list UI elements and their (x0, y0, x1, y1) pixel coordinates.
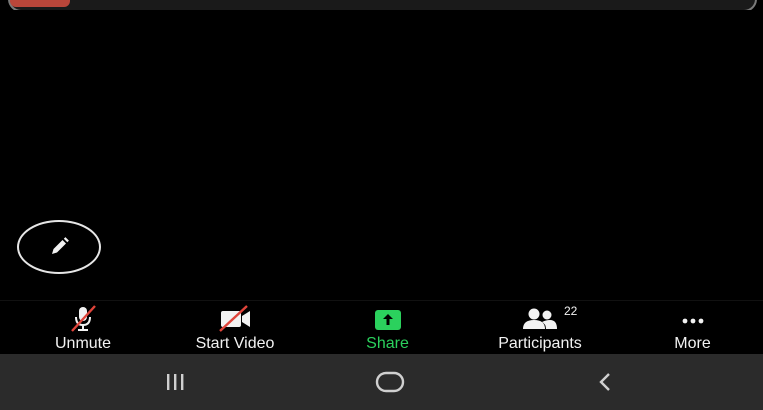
participants-button[interactable]: 22 Participants (475, 301, 605, 355)
recent-apps-icon (167, 374, 184, 390)
more-label: More (674, 335, 711, 352)
back-icon (599, 373, 610, 391)
share-up-arrow-icon (372, 301, 404, 335)
back-button[interactable] (580, 354, 630, 410)
unmute-label: Unmute (54, 335, 112, 352)
home-button[interactable] (360, 354, 420, 410)
top-edge-accent (10, 0, 70, 7)
participants-icon: 22 (520, 301, 577, 335)
participants-count: 22 (564, 304, 578, 318)
meeting-toolbar: Unmute Start Video Share 22 Participants… (0, 300, 763, 355)
meeting-screen: Unmute Start Video Share 22 Participants… (0, 0, 763, 410)
more-button[interactable]: More (655, 301, 730, 355)
share-button[interactable]: Share (350, 301, 425, 355)
start-video-button[interactable]: Start Video (175, 301, 295, 355)
more-dots-icon (678, 301, 708, 335)
start-video-label: Start Video (195, 335, 275, 352)
system-nav-bar (0, 354, 763, 410)
share-label: Share (366, 335, 409, 352)
participants-label: Participants (498, 335, 582, 352)
unmute-button[interactable]: Unmute (38, 301, 128, 355)
microphone-muted-icon (68, 301, 98, 335)
pencil-icon (52, 237, 69, 254)
recent-apps-button[interactable] (150, 354, 200, 410)
video-area (0, 10, 763, 300)
home-icon (375, 371, 405, 393)
annotate-button[interactable] (17, 220, 101, 274)
top-edge (0, 0, 763, 12)
video-camera-off-icon (215, 301, 255, 335)
